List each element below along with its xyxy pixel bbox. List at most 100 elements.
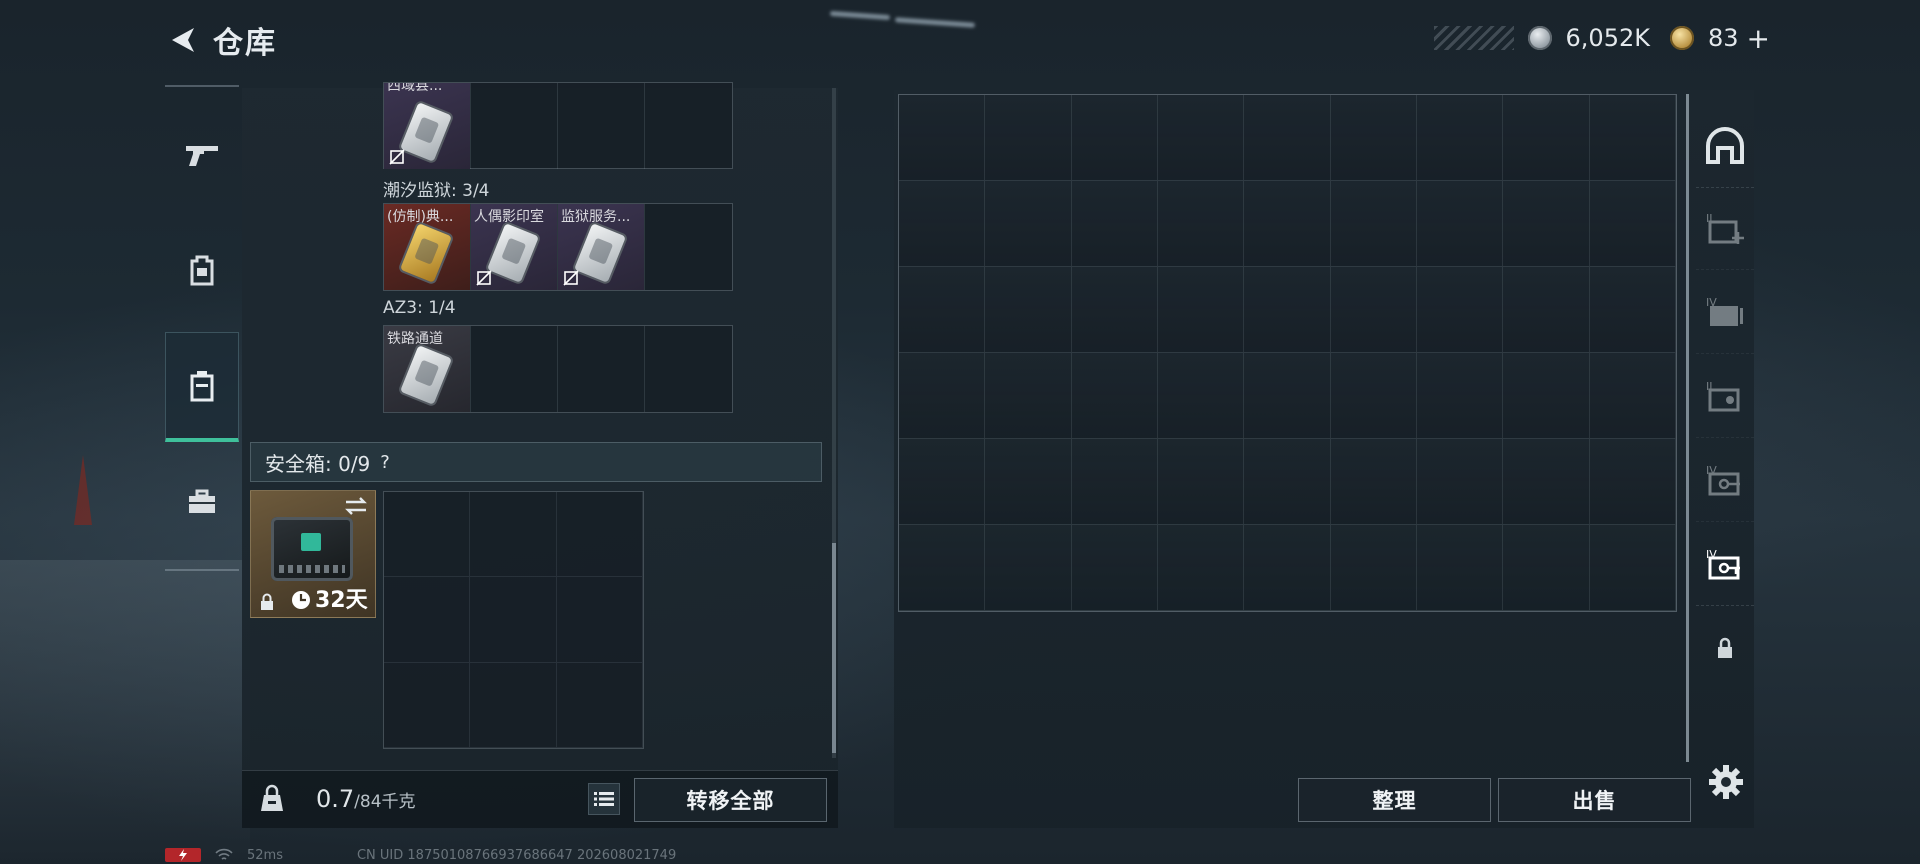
stash-slot[interactable] [1244,353,1331,439]
stash-slot[interactable] [1503,181,1590,267]
stash-slot[interactable] [1244,267,1331,353]
slot[interactable]: 西域县... [384,83,471,169]
stash-slot[interactable] [899,439,986,525]
stash-slot[interactable] [1244,181,1331,267]
stash-slot[interactable] [1417,267,1504,353]
slot[interactable] [470,662,557,748]
slot[interactable] [384,662,471,748]
stash-slot[interactable] [1158,525,1245,611]
stash-slot[interactable] [1330,181,1417,267]
nav-tools[interactable] [165,447,239,557]
stash-slot[interactable] [1158,439,1245,525]
sell-button[interactable]: 出售 [1498,778,1691,822]
slot[interactable] [470,492,557,578]
add-currency-button[interactable]: + [1747,22,1770,55]
stash-slot[interactable] [1330,267,1417,353]
slot[interactable]: 铁路通道 [384,326,471,412]
swap-icon[interactable] [343,495,369,517]
stash-slot[interactable] [985,181,1072,267]
settings-gear-icon[interactable] [1706,762,1746,802]
stash-slot[interactable] [1417,525,1504,611]
transfer-all-button[interactable]: 转移全部 [634,778,827,822]
stash-slot[interactable] [1589,181,1676,267]
stash-slot[interactable] [985,439,1072,525]
stash-tab-3[interactable]: IV [1696,270,1754,354]
stash-slot[interactable] [1244,439,1331,525]
stash-tab-2[interactable]: II [1696,186,1754,270]
help-icon[interactable]: ? [380,452,390,473]
safe-box-item[interactable]: 32天 [250,490,376,618]
stash-slot[interactable] [1503,353,1590,439]
slot[interactable] [645,326,732,412]
stash-slot[interactable] [1071,267,1158,353]
slot[interactable] [558,326,645,412]
stash-slot[interactable] [985,267,1072,353]
stash-slot[interactable] [1417,181,1504,267]
nav-equipment[interactable] [165,215,239,325]
slot[interactable] [384,577,471,663]
stash-slot[interactable] [899,267,986,353]
stash-slot[interactable] [985,353,1072,439]
sort-button[interactable]: 整理 [1298,778,1491,822]
container-scrollbar[interactable] [832,88,836,758]
slot[interactable] [470,577,557,663]
slot[interactable] [471,83,558,169]
stash-slot[interactable] [1503,267,1590,353]
slot[interactable] [556,492,643,578]
key-item[interactable]: (仿制)典... [384,204,470,290]
scroll-thumb[interactable] [832,543,836,753]
key-item[interactable]: 人偶影印室 [471,204,557,290]
stash-slot[interactable] [1244,95,1331,181]
key-item[interactable]: 监狱服务... [558,204,644,290]
stash-tab-7[interactable] [1696,606,1754,690]
stash-tab-6[interactable]: IV [1696,522,1754,606]
slot[interactable] [558,83,645,169]
stash-slot[interactable] [1503,95,1590,181]
slot[interactable]: (仿制)典... [384,204,471,290]
stash-slot[interactable] [1158,353,1245,439]
stash-slot[interactable] [1158,95,1245,181]
stash-slot[interactable] [899,353,986,439]
nav-weapons[interactable] [165,99,239,209]
stash-slot[interactable] [1589,525,1676,611]
stash-slot[interactable] [899,181,986,267]
stash-slot[interactable] [1330,95,1417,181]
stash-slot[interactable] [1244,525,1331,611]
stash-tab-helmet[interactable] [1696,104,1754,188]
key-item[interactable]: 西域县... [384,83,470,169]
slot[interactable] [384,492,471,578]
stash-slot[interactable] [1589,95,1676,181]
stash-slot[interactable] [1503,439,1590,525]
stash-slot[interactable] [985,525,1072,611]
stash-slot[interactable] [1417,353,1504,439]
stash-slot[interactable] [899,525,986,611]
stash-slot[interactable] [1071,95,1158,181]
stash-slot[interactable] [899,95,986,181]
list-view-icon[interactable] [588,783,620,815]
stash-scrollbar[interactable] [1686,94,1689,762]
stash-slot[interactable] [1589,267,1676,353]
stash-slot[interactable] [1071,181,1158,267]
stash-slot[interactable] [1158,181,1245,267]
slot[interactable] [471,326,558,412]
stash-slot[interactable] [1503,525,1590,611]
stash-slot[interactable] [985,95,1072,181]
slot[interactable] [645,204,732,290]
stash-slot[interactable] [1417,439,1504,525]
key-item[interactable]: 铁路通道 [384,326,470,412]
stash-slot[interactable] [1330,353,1417,439]
slot[interactable]: 监狱服务... [558,204,645,290]
stash-slot[interactable] [1330,439,1417,525]
nav-containers[interactable] [165,332,239,442]
stash-slot[interactable] [1589,353,1676,439]
stash-slot[interactable] [1071,439,1158,525]
stash-slot[interactable] [1071,525,1158,611]
stash-slot[interactable] [1589,439,1676,525]
stash-slot[interactable] [1330,525,1417,611]
stash-slot[interactable] [1071,353,1158,439]
back-icon[interactable] [165,23,199,57]
slot[interactable] [645,83,732,169]
stash-slot[interactable] [1158,267,1245,353]
slot[interactable]: 人偶影印室 [471,204,558,290]
stash-tab-4[interactable]: II [1696,354,1754,438]
